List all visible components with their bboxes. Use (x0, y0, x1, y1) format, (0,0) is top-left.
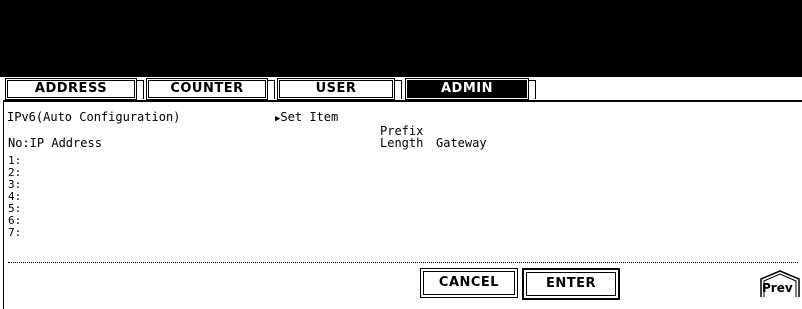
cancel-button[interactable]: CANCEL (420, 268, 518, 298)
table-row-7[interactable]: 7: (8, 227, 21, 238)
table-row-1[interactable]: 1: (8, 155, 21, 166)
set-item-label: Set Item (280, 110, 339, 124)
col-no-ip-address: No:IP Address (8, 136, 102, 150)
tab-admin[interactable]: ADMIN (405, 78, 529, 100)
separator-line (8, 262, 798, 263)
table-row-6[interactable]: 6: (8, 215, 21, 226)
set-item[interactable]: ▶Set Item (275, 111, 338, 125)
tab-counter-edge (268, 80, 275, 99)
table-row-4[interactable]: 4: (8, 191, 21, 202)
tab-user[interactable]: USER (277, 78, 395, 100)
tab-counter[interactable]: COUNTER (146, 78, 268, 100)
prev-label: Prev (762, 281, 793, 295)
tab-user-edge (395, 80, 402, 99)
enter-button[interactable]: ENTER (522, 268, 620, 300)
table-row-2[interactable]: 2: (8, 167, 21, 178)
tab-address-edge (137, 80, 144, 99)
col-gateway: Gateway (436, 136, 487, 150)
tab-address[interactable]: ADDRESS (5, 78, 137, 100)
screen-title: IPv6(Auto Configuration) (7, 110, 181, 124)
table-row-5[interactable]: 5: (8, 203, 21, 214)
table-row-3[interactable]: 3: (8, 179, 21, 190)
prev-button[interactable]: Prev (760, 270, 800, 298)
tab-admin-edge (529, 80, 536, 99)
top-black-bar (0, 0, 802, 77)
col-prefix-bottom: Length (380, 136, 424, 150)
